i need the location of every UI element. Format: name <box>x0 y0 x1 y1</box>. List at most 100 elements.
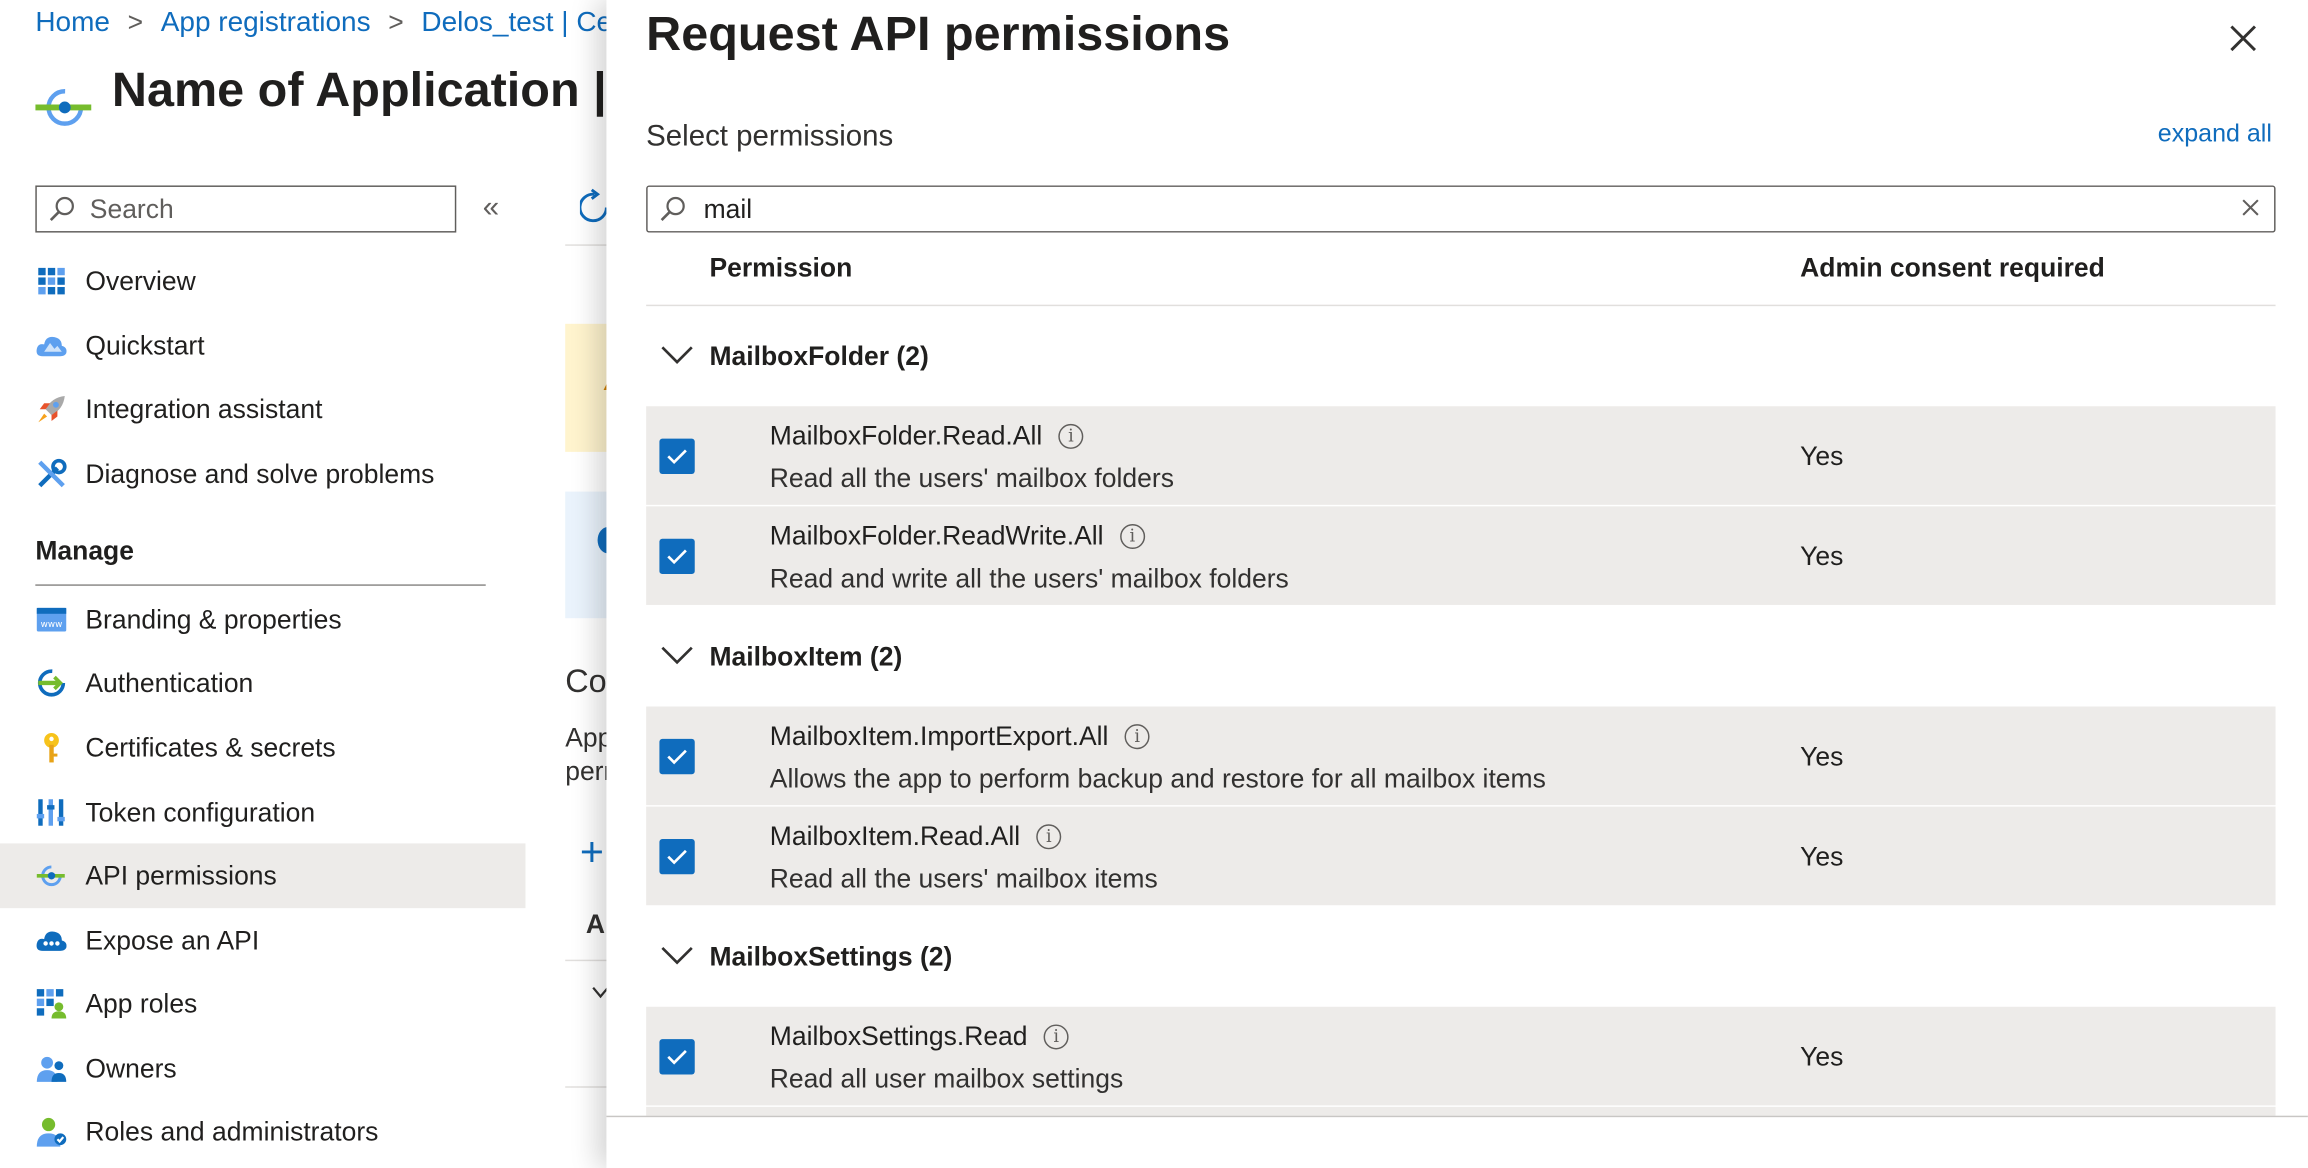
info-icon[interactable]: i <box>1058 423 1084 449</box>
divider <box>565 244 610 246</box>
sidebar-item-label: Branding & properties <box>85 604 342 634</box>
breadcrumb-home-link[interactable]: Home <box>35 7 110 38</box>
api-permissions-icon <box>35 860 67 892</box>
sidebar-item-label: API permissions <box>85 860 277 890</box>
key-icon <box>35 732 67 764</box>
info-icon[interactable]: i <box>1036 824 1062 850</box>
collapse-sidebar-icon[interactable]: « <box>483 191 499 225</box>
permission-name: MailboxItem.Read.All <box>769 821 1021 851</box>
cloud-quickstart-icon <box>35 330 67 362</box>
sidebar-item-integration-assistant[interactable]: Integration assistant <box>0 377 525 442</box>
group-label: MailboxSettings (2) <box>709 942 953 972</box>
info-icon[interactable]: i <box>1124 724 1150 750</box>
permission-row: MailboxItem.Read.All i Read all the users… <box>646 806 2276 906</box>
sidebar-item-app-roles[interactable]: App roles <box>0 971 525 1036</box>
add-permission-icon[interactable]: + <box>580 829 604 876</box>
search-placeholder: Search <box>89 193 174 223</box>
app-roles-icon <box>35 988 67 1020</box>
checkbox[interactable] <box>659 1039 695 1075</box>
sidebar-item-expose-api[interactable]: Expose an API <box>0 908 525 973</box>
sidebar-item-diagnose[interactable]: Diagnose and solve problems <box>0 442 525 507</box>
permission-name: MailboxSettings.Read <box>769 1021 1028 1051</box>
sidebar-item-roles-administrators[interactable]: Roles and administrators <box>0 1100 525 1165</box>
breadcrumb-current-link[interactable]: Delos_test | Cert <box>421 7 629 38</box>
admin-consent-value: Yes <box>1800 841 1844 872</box>
chevron-right-icon: > <box>127 7 144 37</box>
expand-all-link[interactable]: expand all <box>2158 119 2272 148</box>
permission-row: MailboxFolder.Read.All i Read all the use… <box>646 406 2276 505</box>
roles-admin-icon <box>35 1116 67 1148</box>
permission-row-clipped <box>646 1106 2276 1116</box>
permission-row: MailboxFolder.ReadWrite.All i Read and wr… <box>646 506 2276 605</box>
permission-group-mailboxitem[interactable]: MailboxItem (2) <box>646 609 2275 703</box>
www-branding-icon: www <box>35 603 67 635</box>
app-registration-icon <box>35 89 92 126</box>
permission-description: Read all the users' mailbox items <box>769 864 1158 894</box>
cloud-api-icon <box>35 924 67 956</box>
sidebar-item-overview[interactable]: Overview <box>0 249 525 314</box>
close-icon[interactable] <box>2223 18 2264 59</box>
checkbox[interactable] <box>659 438 695 474</box>
checkbox[interactable] <box>659 838 695 875</box>
panel-title: Request API permissions <box>646 5 1231 61</box>
wrench-icon <box>35 458 67 490</box>
sidebar-item-label: Diagnose and solve problems <box>85 458 435 488</box>
description-fragment: App <box>565 722 613 753</box>
sidebar-item-label: Certificates & secrets <box>85 732 336 762</box>
permission-group-mailboxfolder[interactable]: MailboxFolder (2) <box>646 309 2275 403</box>
sidebar-item-authentication[interactable]: Authentication <box>0 651 525 716</box>
sidebar-item-branding[interactable]: www Branding & properties <box>0 587 525 652</box>
sidebar-item-owners[interactable]: Owners <box>0 1036 525 1101</box>
divider <box>646 304 2276 307</box>
divider <box>565 959 610 962</box>
sidebar-item-token-configuration[interactable]: Token configuration <box>0 780 525 845</box>
filter-value: mail <box>703 193 753 223</box>
authentication-icon <box>35 667 67 699</box>
search-icon <box>49 196 74 221</box>
info-icon[interactable]: i <box>1119 523 1145 550</box>
chevron-down-icon <box>661 946 693 965</box>
admin-consent-column-header: Admin consent required <box>1800 253 2105 283</box>
admin-consent-value: Yes <box>1800 1042 1844 1072</box>
admin-consent-value: Yes <box>1800 741 1844 772</box>
sidebar-search-input[interactable]: Search <box>35 185 457 233</box>
sidebar-item-certificates[interactable]: Certificates & secrets <box>0 715 525 780</box>
page-title: Name of Application | A <box>111 61 654 117</box>
permission-description: Read and write all the users' mailbox fo… <box>769 563 1289 594</box>
permission-row: MailboxItem.ImportExport.All i Allows the… <box>646 706 2276 806</box>
permission-filter-input[interactable]: mail <box>646 185 2276 233</box>
chevron-down-icon <box>661 646 693 665</box>
manage-heading: Manage <box>35 535 134 566</box>
clear-filter-icon[interactable] <box>2239 196 2263 220</box>
checkbox[interactable] <box>659 538 695 575</box>
sidebar-item-label: Roles and administrators <box>85 1116 379 1146</box>
permission-row: MailboxSettings.Read i Read all user mail… <box>646 1006 2276 1106</box>
overview-grid-icon <box>35 265 67 297</box>
permission-column-header: Permission <box>709 253 853 283</box>
group-label: MailboxFolder (2) <box>709 341 929 371</box>
permission-group-mailboxsettings[interactable]: MailboxSettings (2) <box>646 910 2275 1004</box>
breadcrumb-app-registrations-link[interactable]: App registrations <box>161 7 371 38</box>
info-icon[interactable]: i <box>1043 1024 1069 1050</box>
request-api-permissions-panel: Request API permissions Select permissio… <box>606 0 2308 1168</box>
sidebar-item-label: Authentication <box>85 667 254 697</box>
rocket-icon <box>35 393 67 425</box>
info-banner <box>565 491 619 619</box>
refresh-icon[interactable] <box>579 188 609 226</box>
chevron-right-icon: > <box>388 7 404 37</box>
sidebar-item-label: Owners <box>85 1053 177 1083</box>
warning-banner: ▲ <box>565 323 627 452</box>
sidebar-item-label: Integration assistant <box>85 393 323 424</box>
sidebar-item-api-permissions[interactable]: API permissions <box>0 843 526 909</box>
permission-description: Allows the app to perform backup and res… <box>769 763 1546 794</box>
permission-description: Read all the users' mailbox folders <box>769 463 1174 494</box>
select-permissions-heading: Select permissions <box>646 120 894 154</box>
svg-text:www: www <box>41 620 63 630</box>
checkbox[interactable] <box>659 738 695 775</box>
owners-icon <box>35 1052 67 1084</box>
admin-consent-value: Yes <box>1800 441 1844 472</box>
sidebar-item-label: Quickstart <box>85 330 205 360</box>
sidebar-item-quickstart[interactable]: Quickstart <box>0 314 525 379</box>
sidebar-item-label: Overview <box>85 265 196 296</box>
permission-name: MailboxFolder.ReadWrite.All <box>769 521 1104 551</box>
